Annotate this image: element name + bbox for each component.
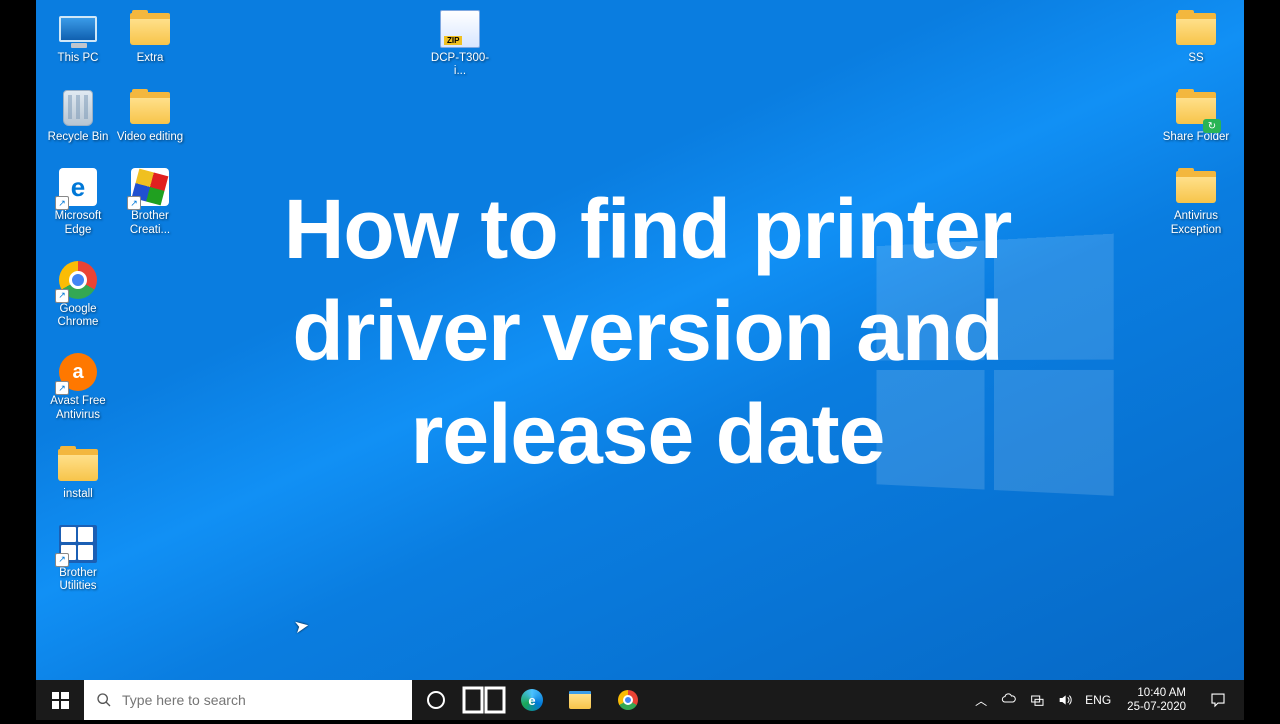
taskbar-edge[interactable]	[508, 680, 556, 720]
desktop-icon-ss[interactable]: SS	[1162, 8, 1230, 65]
folder-icon	[1176, 13, 1216, 45]
windows-logo-icon	[52, 692, 69, 709]
recycle-bin-icon	[63, 90, 93, 126]
desktop-icons-col-right: SS ↻ Share Folder Antivirus Exception	[1162, 8, 1230, 237]
desktop-icons-col-mid: DCP-T300-i...	[426, 8, 494, 78]
network-icon	[1029, 692, 1045, 708]
folder-icon	[130, 13, 170, 45]
icon-label: Brother Creati...	[116, 210, 184, 236]
file-explorer-icon	[569, 691, 591, 709]
shortcut-arrow-icon: ↗	[55, 196, 69, 210]
icon-label: Brother Utilities	[44, 567, 112, 593]
icon-label: This PC	[58, 52, 99, 65]
icon-label: Video editing	[117, 131, 183, 144]
desktop-icon-chrome[interactable]: ↗ Google Chrome	[44, 259, 112, 329]
icon-label: SS	[1188, 52, 1203, 65]
clock-time: 10:40 AM	[1137, 686, 1186, 700]
speaker-icon	[1057, 692, 1073, 708]
search-icon	[96, 692, 112, 708]
folder-icon	[58, 449, 98, 481]
folder-icon	[1176, 171, 1216, 203]
desktop-icon-this-pc[interactable]: This PC	[44, 8, 112, 65]
icon-label: Share Folder	[1163, 131, 1229, 144]
tray-overflow-button[interactable]: ︿	[969, 680, 993, 720]
task-view-button[interactable]	[460, 680, 508, 720]
desktop-icon-edge[interactable]: e↗ Microsoft Edge	[44, 166, 112, 236]
share-badge-icon: ↻	[1203, 119, 1221, 133]
zip-archive-icon	[440, 10, 480, 48]
desktop[interactable]: This PC Recycle Bin e↗ Microsoft Edge ↗ …	[36, 0, 1244, 680]
desktop-icon-avast[interactable]: a↗ Avast Free Antivirus	[44, 351, 112, 421]
desktop-icon-dcp-t300[interactable]: DCP-T300-i...	[426, 8, 494, 78]
search-input[interactable]	[122, 692, 400, 708]
mouse-cursor-icon: ➤	[292, 615, 311, 638]
icon-label: Microsoft Edge	[44, 210, 112, 236]
shortcut-arrow-icon: ↗	[55, 553, 69, 567]
shortcut-arrow-icon: ↗	[55, 381, 69, 395]
start-button[interactable]	[36, 680, 84, 720]
taskbar: ︿ ENG 10:40 AM 25-07-2020	[36, 680, 1244, 720]
desktop-icon-brother-utilities[interactable]: ↗ Brother Utilities	[44, 523, 112, 593]
taskbar-clock[interactable]: 10:40 AM 25-07-2020	[1119, 686, 1194, 715]
taskbar-file-explorer[interactable]	[556, 680, 604, 720]
action-center-button[interactable]	[1198, 691, 1238, 709]
taskbar-search[interactable]	[84, 680, 412, 720]
taskbar-spacer	[652, 680, 969, 720]
desktop-icon-share-folder[interactable]: ↻ Share Folder	[1162, 87, 1230, 144]
letterbox-right	[1244, 0, 1280, 720]
cortana-icon	[427, 691, 445, 709]
icon-label: Extra	[137, 52, 164, 65]
desktop-icon-video-editing[interactable]: Video editing	[116, 87, 184, 144]
desktop-icon-recycle-bin[interactable]: Recycle Bin	[44, 87, 112, 144]
tray-network[interactable]	[1025, 680, 1049, 720]
this-pc-icon	[59, 16, 97, 42]
language-indicator: ENG	[1085, 693, 1111, 707]
desktop-icon-install[interactable]: install	[44, 444, 112, 501]
desktop-icon-extra[interactable]: Extra	[116, 8, 184, 65]
icon-label: Antivirus Exception	[1162, 210, 1230, 236]
edge-icon	[521, 689, 543, 711]
chrome-icon	[618, 690, 638, 710]
tray-onedrive[interactable]	[997, 680, 1021, 720]
notification-icon	[1209, 691, 1227, 709]
folder-icon	[130, 92, 170, 124]
system-tray: ︿ ENG 10:40 AM 25-07-2020	[969, 680, 1244, 720]
desktop-icons-col2: Extra Video editing ↗ Brother Creati...	[116, 8, 184, 237]
tray-volume[interactable]	[1053, 680, 1077, 720]
icon-label: install	[63, 488, 92, 501]
clock-date: 25-07-2020	[1127, 700, 1186, 714]
icon-label: Google Chrome	[44, 303, 112, 329]
letterbox-left	[0, 0, 36, 720]
cloud-icon	[1001, 692, 1017, 708]
task-view-icon	[460, 676, 508, 724]
cortana-button[interactable]	[412, 680, 460, 720]
icon-label: DCP-T300-i...	[426, 52, 494, 78]
desktop-icons-col1: This PC Recycle Bin e↗ Microsoft Edge ↗ …	[44, 8, 112, 593]
desktop-icon-antivirus-exception[interactable]: Antivirus Exception	[1162, 166, 1230, 236]
desktop-icon-brother-creative[interactable]: ↗ Brother Creati...	[116, 166, 184, 236]
tray-language[interactable]: ENG	[1081, 680, 1115, 720]
chevron-up-icon: ︿	[975, 692, 987, 709]
shortcut-arrow-icon: ↗	[55, 289, 69, 303]
overlay-title-text: How to find printer driver version and r…	[191, 178, 1104, 485]
taskbar-chrome[interactable]	[604, 680, 652, 720]
icon-label: Recycle Bin	[48, 131, 109, 144]
shortcut-arrow-icon: ↗	[127, 196, 141, 210]
icon-label: Avast Free Antivirus	[44, 395, 112, 421]
